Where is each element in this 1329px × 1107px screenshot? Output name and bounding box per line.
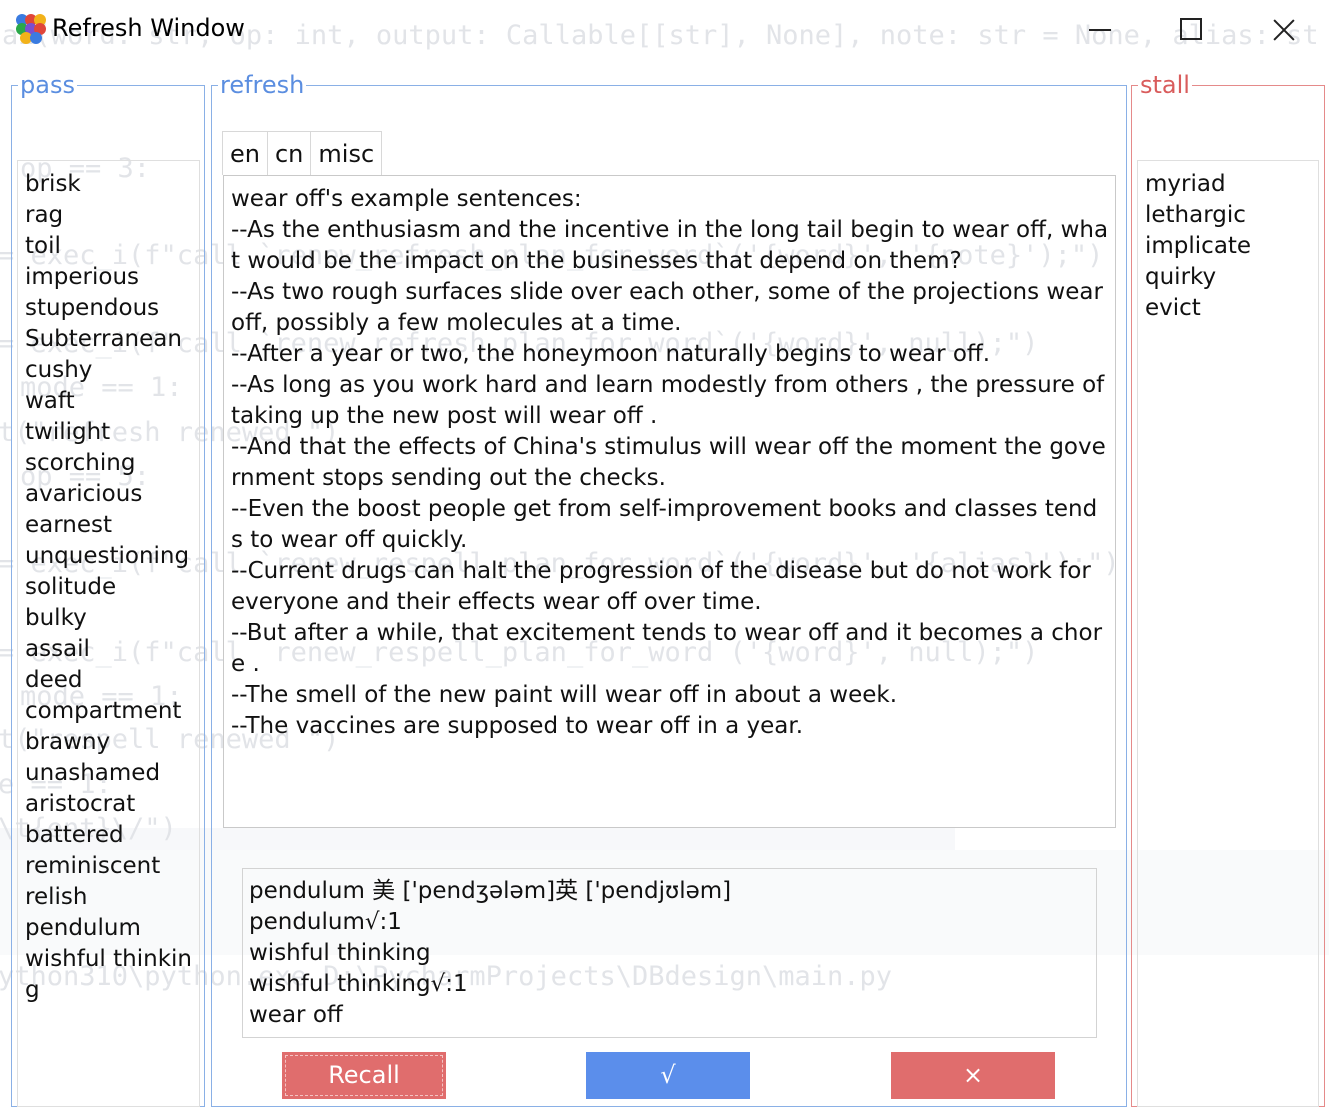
example-sentence: --But after a while, that excitement ten…	[231, 620, 1103, 677]
list-item[interactable]: unashamed	[18, 758, 199, 789]
list-item[interactable]: brisk	[18, 169, 199, 200]
example-sentence: --And that the effects of China's stimul…	[231, 434, 1106, 491]
recall-button[interactable]: Recall	[282, 1052, 446, 1099]
pass-word-list[interactable]: brisk rag toil imperious stupendous Subterran…	[17, 160, 200, 1107]
list-item[interactable]: Subterranean	[18, 324, 199, 355]
info-line: pendulum√:1	[249, 909, 402, 935]
list-item[interactable]: quirky	[1138, 262, 1318, 293]
info-line: wishful thinking	[249, 940, 431, 966]
list-item[interactable]: pendulum	[18, 913, 199, 944]
window-title: Refresh Window	[52, 14, 245, 42]
app-dots-icon	[16, 14, 46, 44]
minimize-icon[interactable]	[1078, 8, 1122, 52]
word-info-box[interactable]: pendulum 美 ['pendʒələm]英 ['pendjʊləm] pen…	[242, 868, 1097, 1038]
list-item[interactable]: aristocrat	[18, 789, 199, 820]
info-line: wear off	[249, 1002, 343, 1028]
list-item[interactable]: twilight	[18, 417, 199, 448]
list-item[interactable]: myriad	[1138, 169, 1318, 200]
list-item[interactable]: waft	[18, 386, 199, 417]
list-item[interactable]: scorching	[18, 448, 199, 479]
title-bar[interactable]: Refresh Window	[0, 0, 1329, 62]
list-item[interactable]: compartment	[18, 696, 199, 727]
list-item[interactable]: reminiscent	[18, 851, 199, 882]
example-sentences-pane[interactable]: wear off's example sentences: --As the e…	[223, 175, 1116, 828]
list-item[interactable]: earnest	[18, 510, 199, 541]
tab-en[interactable]: en	[222, 131, 268, 175]
example-sentence: --As long as you work hard and learn mod…	[231, 372, 1105, 429]
list-item[interactable]: brawny	[18, 727, 199, 758]
example-sentence: --Current drugs can halt the progression…	[231, 558, 1091, 615]
refresh-group-label: refresh	[218, 70, 307, 100]
example-sentence: --After a year or two, the honeymoon nat…	[231, 341, 991, 367]
info-line: wishful thinking√:1	[249, 971, 468, 997]
list-item[interactable]: imperious	[18, 262, 199, 293]
list-item[interactable]: rag	[18, 200, 199, 231]
list-item[interactable]: bulky	[18, 603, 199, 634]
list-item[interactable]: assail	[18, 634, 199, 665]
info-line: pendulum 美 ['pendʒələm]英 ['pendjʊləm]	[249, 878, 732, 904]
tab-cn[interactable]: cn	[266, 131, 312, 175]
list-item[interactable]: solitude	[18, 572, 199, 603]
list-item[interactable]: toil	[18, 231, 199, 262]
list-item[interactable]: implicate	[1138, 231, 1318, 262]
stall-group-label: stall	[1138, 70, 1192, 100]
list-item[interactable]: evict	[1138, 293, 1318, 324]
example-sentence: --As the enthusiasm and the incentive in…	[231, 217, 1109, 274]
list-item[interactable]: cushy	[18, 355, 199, 386]
list-item[interactable]: relish	[18, 882, 199, 913]
list-item[interactable]: lethargic	[1138, 200, 1318, 231]
list-item[interactable]: stupendous	[18, 293, 199, 324]
close-icon[interactable]	[1262, 8, 1306, 52]
reject-button[interactable]: ×	[891, 1052, 1055, 1099]
list-item[interactable]: wishful thinking	[18, 944, 199, 1006]
sentences-title: wear off's example sentences:	[231, 186, 582, 212]
list-item[interactable]: unquestioning	[18, 541, 199, 572]
stall-word-list[interactable]: myriad lethargic implicate quirky evict	[1137, 160, 1319, 1107]
list-item[interactable]: avaricious	[18, 479, 199, 510]
example-sentence: --The vaccines are supposed to wear off …	[231, 713, 804, 739]
list-item[interactable]: deed	[18, 665, 199, 696]
pass-group-label: pass	[18, 70, 77, 100]
example-sentence: --The smell of the new paint will wear o…	[231, 682, 898, 708]
maximize-icon[interactable]	[1168, 8, 1212, 52]
example-sentence: --As two rough surfaces slide over each …	[231, 279, 1103, 336]
example-sentence: --Even the boost people get from self-im…	[231, 496, 1098, 553]
tab-misc[interactable]: misc	[310, 131, 383, 175]
confirm-button[interactable]: √	[586, 1052, 750, 1099]
language-tabs: en cn misc	[222, 131, 383, 175]
list-item[interactable]: battered	[18, 820, 199, 851]
